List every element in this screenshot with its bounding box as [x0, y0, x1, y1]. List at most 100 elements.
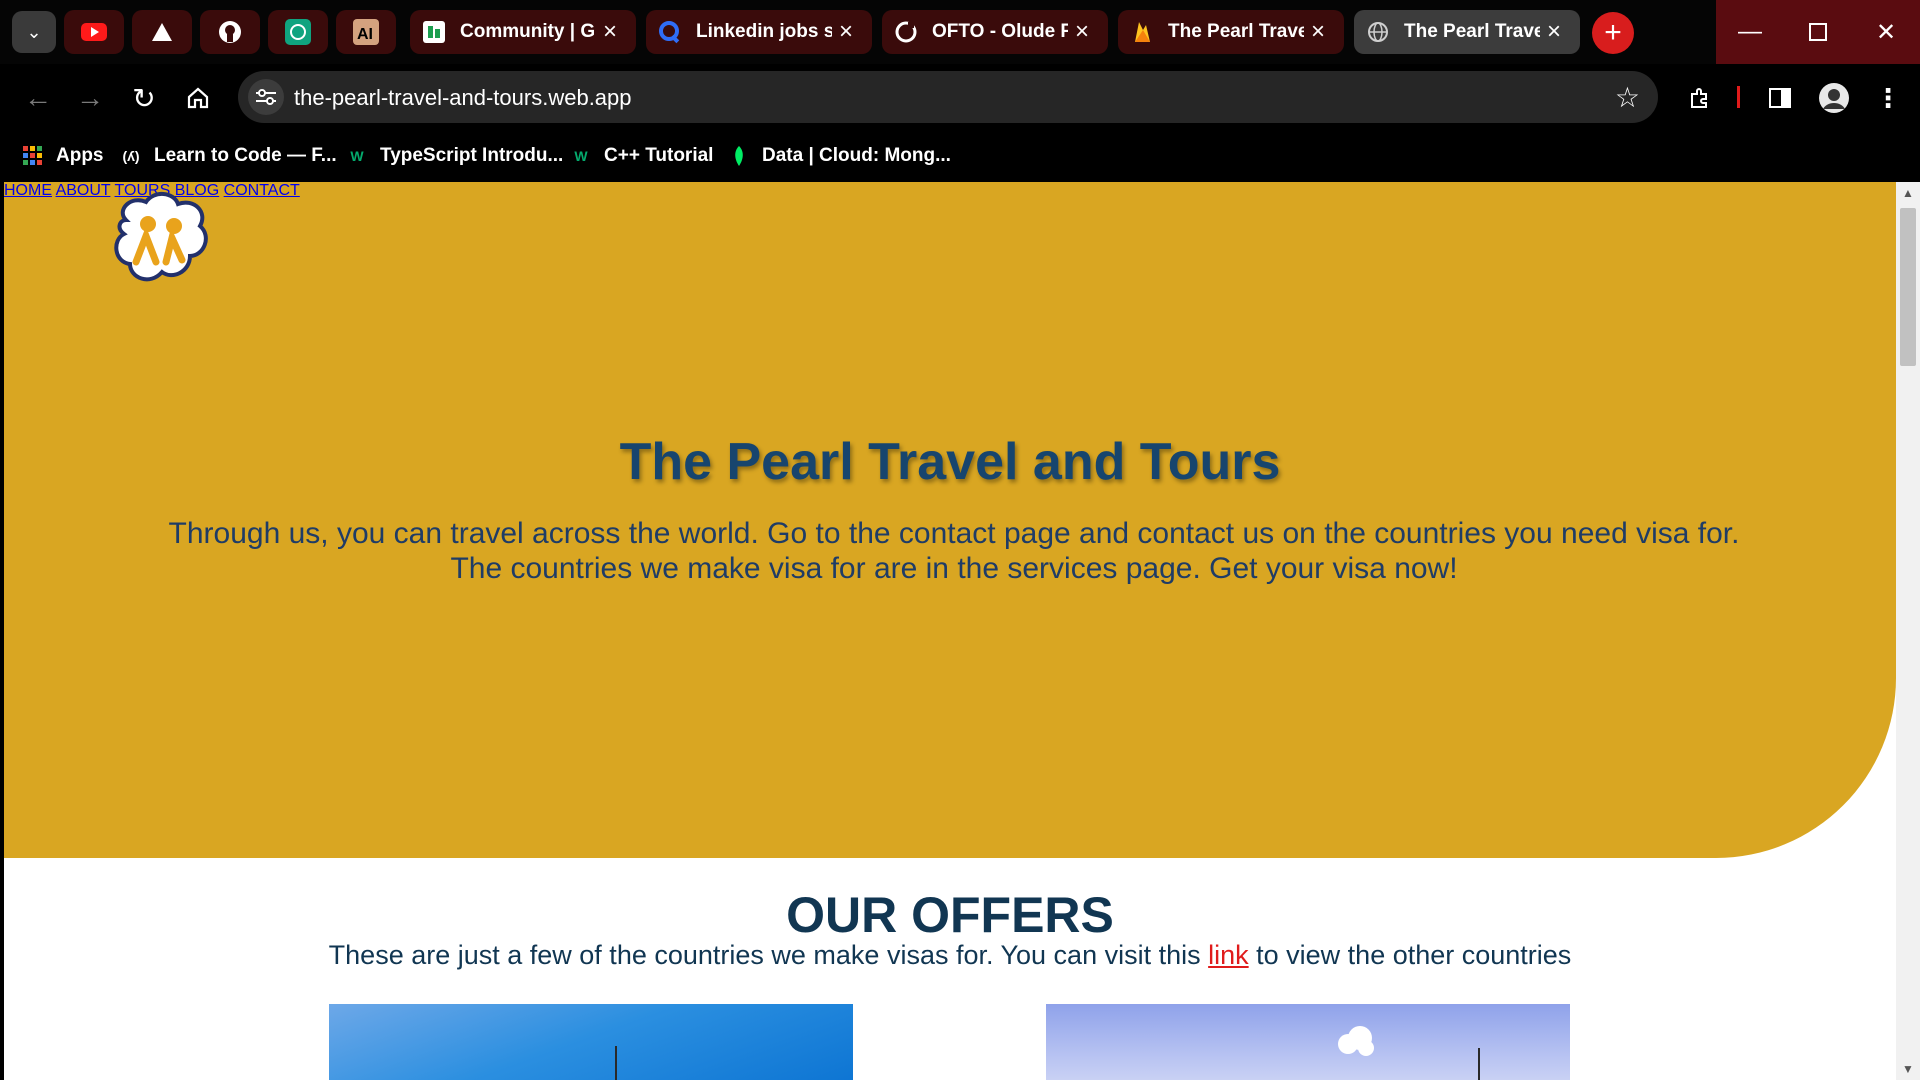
menu-button[interactable]: ⋮ — [1868, 78, 1908, 118]
side-panel-icon — [1769, 88, 1791, 108]
chevron-down-icon: ⌄ — [26, 21, 42, 42]
tab-title: OFTO - Olude Fi — [932, 21, 1068, 42]
tower-spire — [615, 1046, 617, 1080]
close-icon[interactable]: × — [1304, 18, 1332, 46]
hero-title: The Pearl Travel and Tours — [619, 433, 1281, 491]
reload-icon: ↻ — [132, 82, 156, 114]
close-icon[interactable]: × — [832, 18, 860, 46]
tab-title: The Pearl Travel — [1404, 21, 1540, 42]
w3schools-icon: W — [574, 148, 588, 164]
ofto-favicon — [894, 20, 918, 44]
offers-text-after: to view the other countries — [1248, 940, 1572, 970]
bookmark-apps[interactable]: Apps — [22, 140, 104, 172]
address-bar[interactable]: the-pearl-travel-and-tours.web.app ☆ — [238, 71, 1658, 123]
svg-text:AI: AI — [357, 26, 373, 43]
close-window-button[interactable]: ✕ — [1852, 0, 1920, 64]
page-viewport: HOME ABOUT TOURS BLOG CONTACT The Pearl … — [4, 182, 1896, 1080]
linkedin-jobs-favicon — [658, 20, 682, 44]
arrow-left-icon: ← — [24, 82, 52, 113]
tab-community[interactable]: Community | Gl × — [410, 10, 636, 54]
extensions-button[interactable] — [1680, 78, 1720, 118]
bookmark-label: TypeScript Introdu... — [380, 145, 564, 166]
apps-grid-icon — [22, 145, 44, 167]
pinned-tab-anthropic[interactable]: AI — [336, 10, 396, 54]
hero-description: Through us, you can travel across the wo… — [154, 516, 1754, 586]
firebase-favicon — [1130, 20, 1154, 44]
github-icon — [219, 21, 241, 43]
kebab-menu-icon: ⋮ — [1875, 82, 1901, 113]
pinned-tab-chatgpt[interactable] — [268, 10, 328, 54]
reload-button[interactable]: ↻ — [124, 78, 164, 118]
bookmark-label: Data | Cloud: Mong... — [762, 145, 951, 166]
tab-strip: ⌄ AI Community | Gl × Linkedin jobs sc ×… — [0, 0, 1920, 64]
close-icon[interactable]: × — [1540, 18, 1568, 46]
w3schools-icon: W — [350, 148, 364, 164]
bookmark-typescript[interactable]: W TypeScript Introdu... — [346, 140, 563, 172]
bookmark-cpp-tutorial[interactable]: W C++ Tutorial — [570, 140, 713, 172]
globe-favicon — [1366, 20, 1390, 44]
bookmark-star-icon[interactable]: ☆ — [1615, 81, 1640, 114]
scroll-up-icon[interactable]: ▲ — [1902, 186, 1914, 200]
scroll-down-icon[interactable]: ▼ — [1902, 1062, 1914, 1076]
puzzle-icon — [1691, 88, 1707, 108]
bookmark-label: Apps — [56, 145, 104, 166]
home-button[interactable] — [178, 78, 218, 118]
offers-link[interactable]: link — [1208, 940, 1249, 970]
scrollbar-thumb[interactable] — [1900, 208, 1916, 366]
bookmark-learn-to-code[interactable]: (ʎ) Learn to Code — F... — [120, 140, 337, 172]
plus-icon: + — [1604, 16, 1622, 49]
hero-section: HOME ABOUT TOURS BLOG CONTACT The Pearl … — [4, 182, 1896, 858]
offers-description: These are just a few of the countries we… — [4, 940, 1896, 971]
tab-title: The Pearl Travel — [1168, 21, 1304, 42]
pinned-tab-drive[interactable] — [132, 10, 192, 54]
freecodecamp-icon: (ʎ) — [122, 148, 140, 164]
forward-button[interactable]: → — [70, 78, 110, 118]
pinned-tab-github[interactable] — [200, 10, 260, 54]
nav-about-link[interactable]: ABOUT — [56, 182, 111, 199]
tab-title: Linkedin jobs sc — [696, 21, 832, 42]
profile-button[interactable] — [1814, 78, 1854, 118]
anthropic-icon: AI — [353, 19, 379, 45]
offers-text-before: These are just a few of the countries we… — [328, 940, 1209, 970]
mongodb-leaf-icon — [728, 145, 750, 167]
bookmark-mongodb[interactable]: Data | Cloud: Mong... — [728, 140, 951, 172]
close-icon[interactable]: × — [596, 18, 624, 46]
nav-home-link[interactable]: HOME — [4, 182, 52, 199]
nav-contact-link[interactable]: CONTACT — [224, 182, 300, 199]
avatar-icon — [1819, 83, 1849, 113]
maximize-button[interactable] — [1784, 0, 1852, 64]
tab-pearl-travel-active[interactable]: The Pearl Travel × — [1354, 10, 1580, 54]
new-tab-button[interactable]: + — [1592, 12, 1634, 54]
arrow-right-icon: → — [76, 82, 104, 113]
tab-pearl-travel-firebase[interactable]: The Pearl Travel × — [1118, 10, 1344, 54]
site-info-icon[interactable] — [248, 79, 284, 115]
offer-card-image[interactable] — [1046, 1004, 1570, 1080]
close-icon: ✕ — [1875, 18, 1897, 46]
page-scrollbar[interactable]: ▲ ▼ — [1896, 182, 1920, 1080]
maximize-icon — [1809, 23, 1827, 41]
bookmark-label: Learn to Code — F... — [154, 145, 337, 166]
offer-card-image[interactable] — [329, 1004, 853, 1080]
hero-text-line: Through us, you can travel across the wo… — [168, 517, 1740, 550]
community-favicon — [422, 20, 446, 44]
hero-text-line: The countries we make visa for are in th… — [450, 552, 1458, 585]
tab-linkedin-jobs[interactable]: Linkedin jobs sc × — [646, 10, 872, 54]
drive-icon — [152, 23, 172, 41]
tab-title: Community | Gl — [460, 21, 596, 42]
pinned-tab-youtube[interactable] — [64, 10, 124, 54]
side-panel-button[interactable] — [1760, 78, 1800, 118]
browser-toolbar: ← → ↻ the-pearl-travel-and-tours.web.app… — [0, 64, 1920, 130]
chatgpt-icon — [285, 19, 311, 45]
minimize-icon: — — [1738, 18, 1762, 45]
main-nav: HOME ABOUT TOURS BLOG CONTACT — [4, 182, 1896, 200]
tower-spire — [1478, 1048, 1480, 1080]
bookmark-label: C++ Tutorial — [604, 145, 714, 166]
offers-title: OUR OFFERS — [786, 887, 1114, 943]
close-icon[interactable]: × — [1068, 18, 1096, 46]
bookmarks-bar: Apps (ʎ) Learn to Code — F... W TypeScri… — [0, 130, 1920, 182]
back-button[interactable]: ← — [18, 78, 58, 118]
site-logo[interactable] — [106, 190, 216, 290]
minimize-button[interactable]: — — [1716, 0, 1784, 64]
tab-search-button[interactable]: ⌄ — [12, 11, 56, 53]
tab-ofto[interactable]: OFTO - Olude Fi × — [882, 10, 1108, 54]
